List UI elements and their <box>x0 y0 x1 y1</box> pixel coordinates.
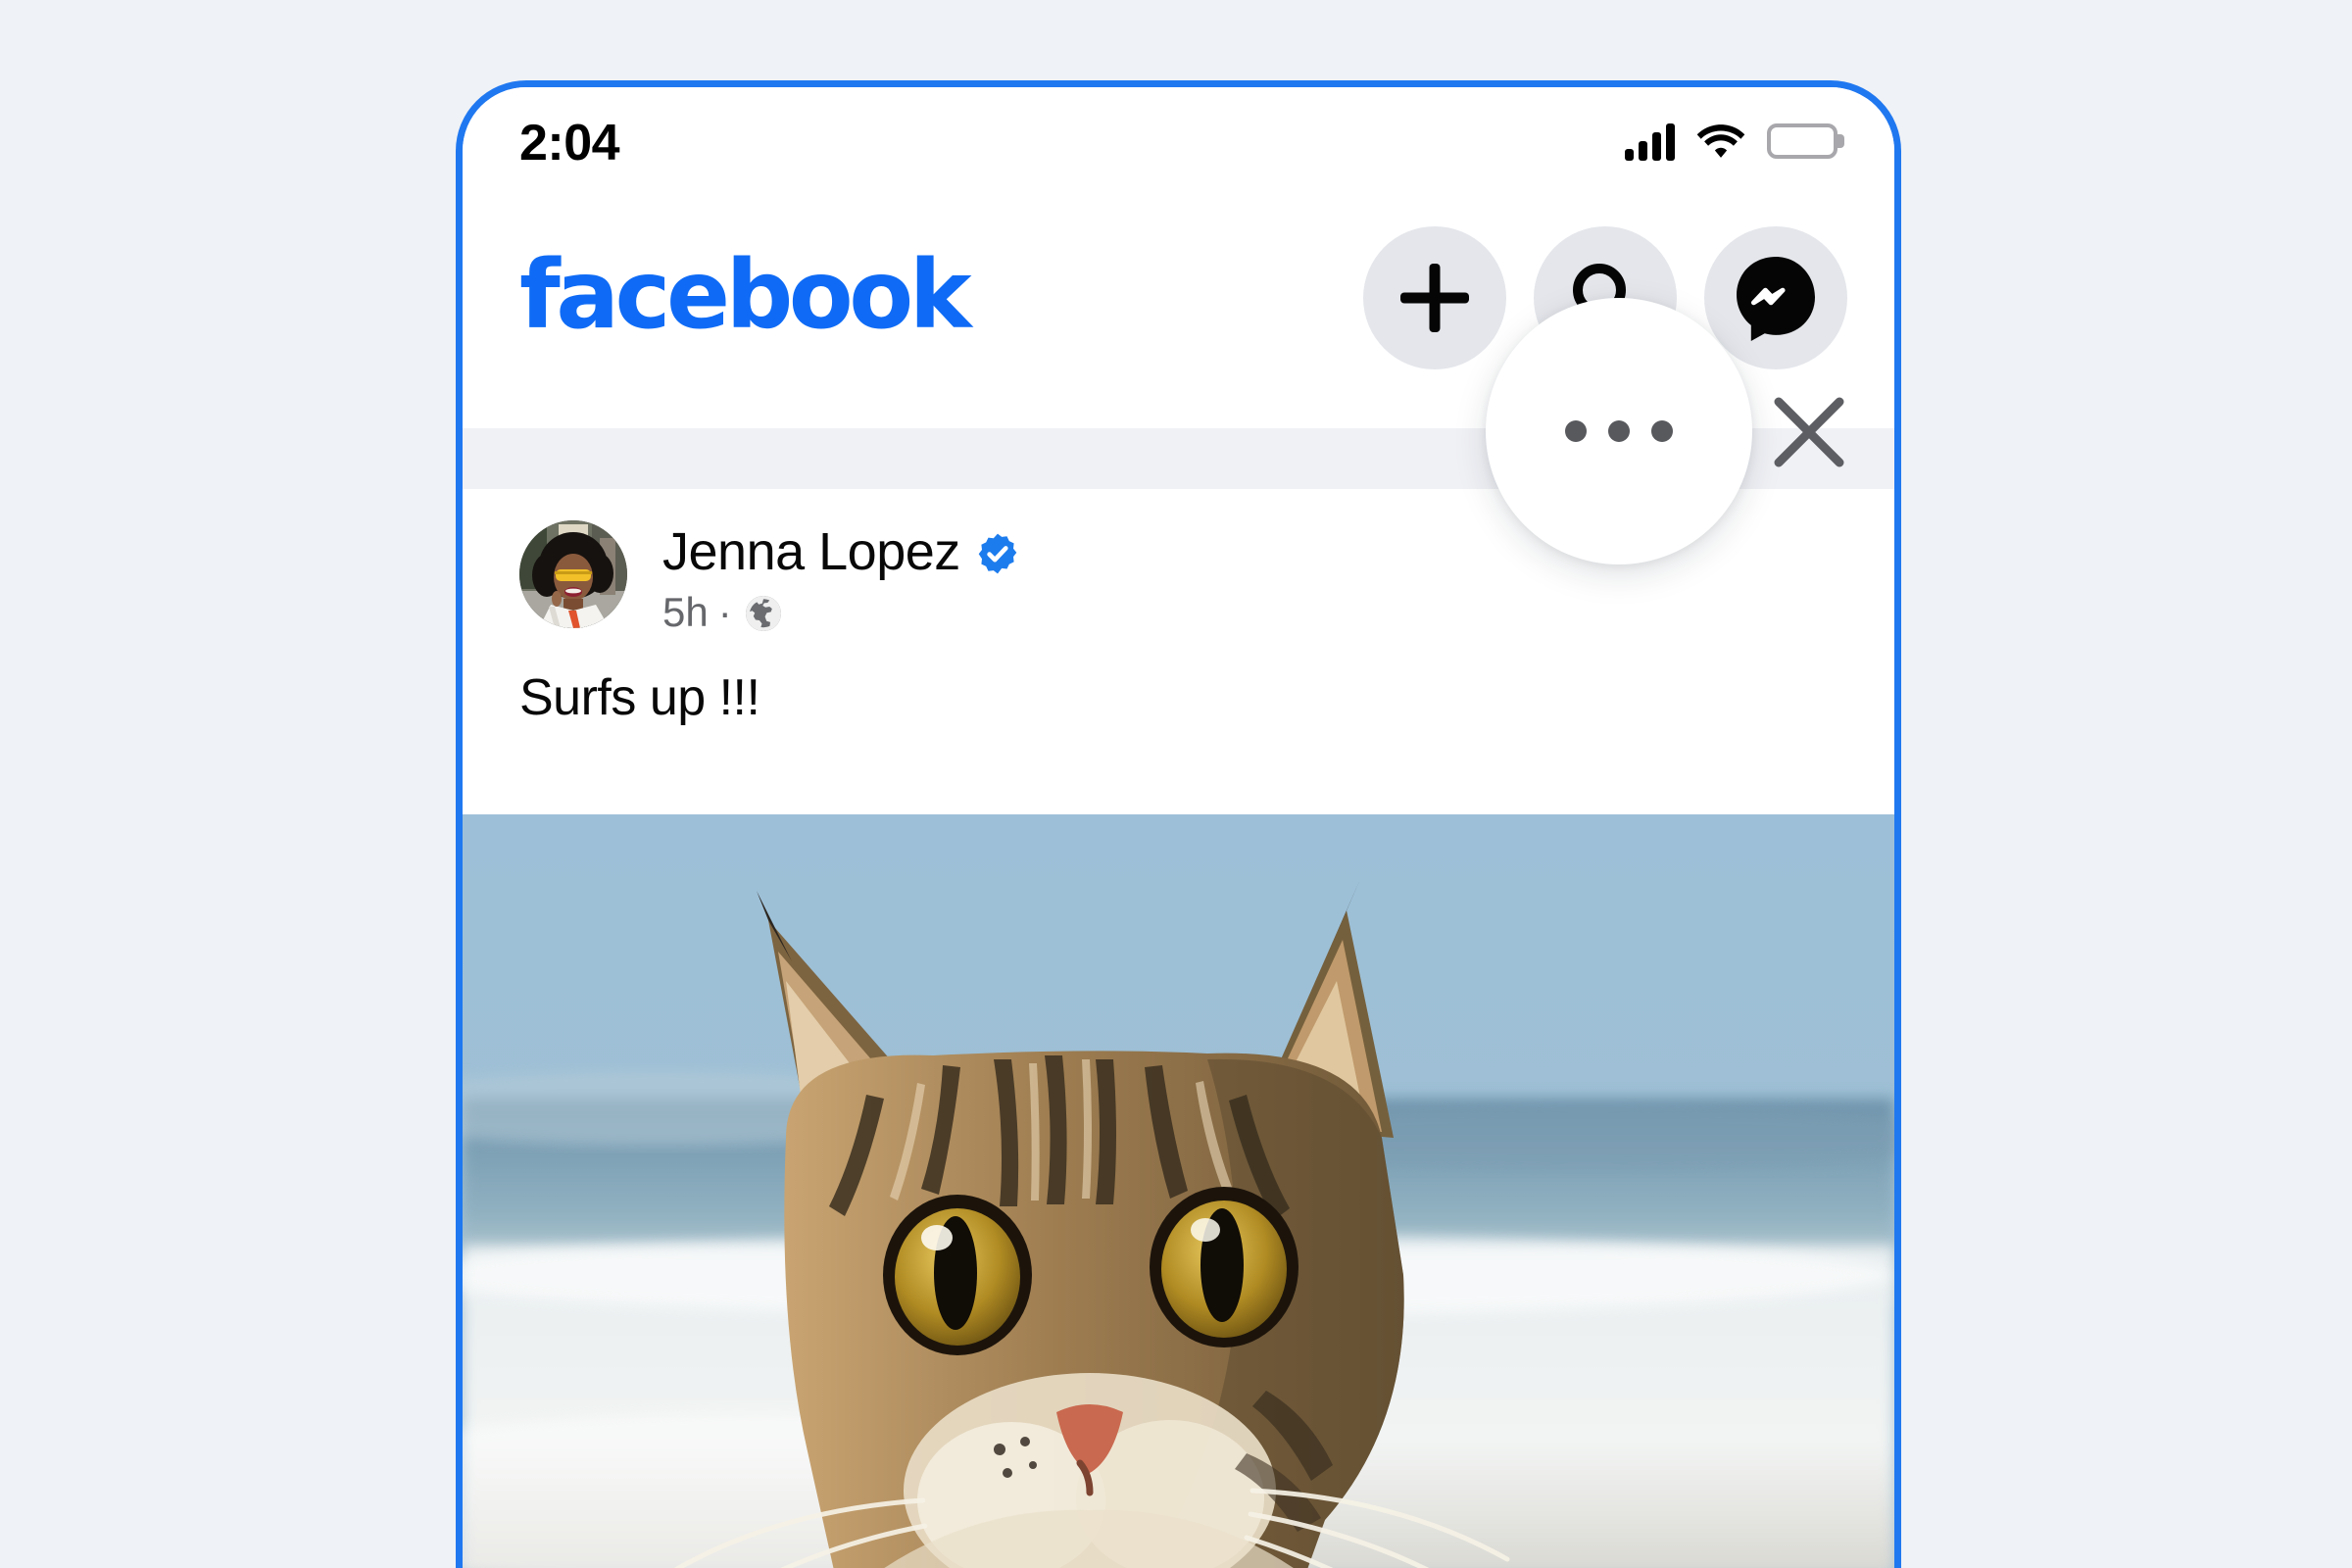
author-row: Jenna Lopez <box>662 524 1019 580</box>
more-options-icon <box>1565 420 1673 442</box>
phone-frame: 2:04 facebook Jenna Lopez 5h · Surfs up … <box>456 80 1901 1568</box>
status-bar-time: 2:04 <box>519 115 620 172</box>
post-photo[interactable] <box>463 814 1894 1568</box>
post-timestamp[interactable]: 5h <box>662 591 709 633</box>
battery-icon <box>1767 123 1838 159</box>
cellular-signal-icon <box>1625 122 1675 161</box>
close-button[interactable] <box>1766 389 1852 475</box>
avatar[interactable] <box>519 520 627 628</box>
post-body-text: Surfs up !!! <box>519 668 760 726</box>
status-bar: 2:04 <box>463 87 1894 195</box>
post-meta: Jenna Lopez 5h · <box>662 520 1019 635</box>
wifi-icon <box>1696 122 1745 161</box>
globe-icon[interactable] <box>742 590 785 635</box>
facebook-logo[interactable]: facebook <box>519 248 972 342</box>
messenger-button[interactable] <box>1704 226 1847 369</box>
create-post-button[interactable] <box>1363 226 1506 369</box>
messenger-icon <box>1731 251 1821 346</box>
post-author-name[interactable]: Jenna Lopez <box>662 524 960 580</box>
post-options-menu-button[interactable] <box>1486 298 1752 564</box>
separator-dot: · <box>717 588 732 635</box>
plus-icon <box>1400 264 1469 332</box>
phone-screen: 2:04 facebook Jenna Lopez 5h · Surfs up … <box>463 87 1894 1568</box>
status-bar-icons <box>1625 122 1838 161</box>
post-subline: 5h · <box>662 590 1019 635</box>
verified-badge-icon <box>976 528 1019 575</box>
close-icon <box>1766 389 1852 475</box>
